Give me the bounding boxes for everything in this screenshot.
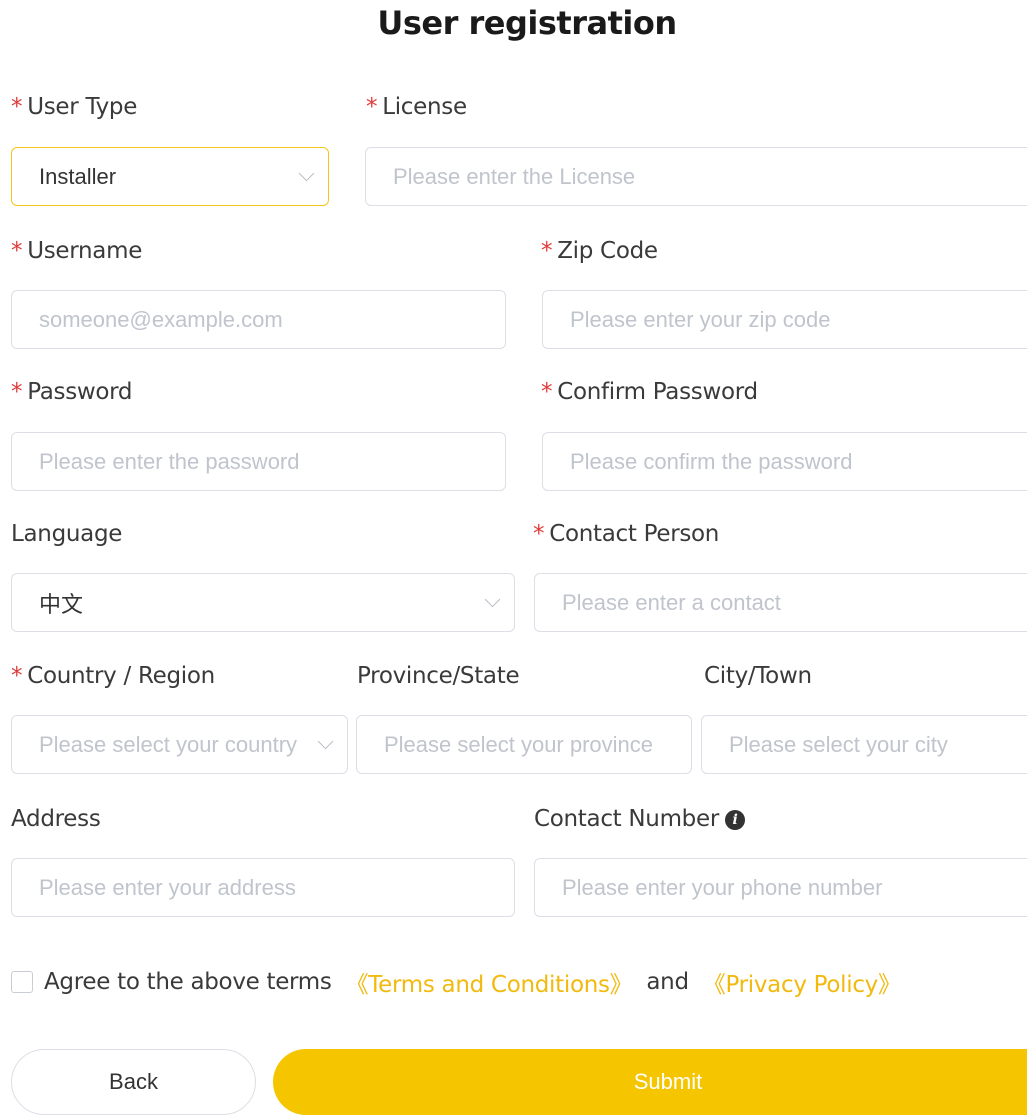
zip-code-label: * Zip Code — [541, 238, 658, 264]
username-label-text: Username — [27, 238, 143, 264]
confirm-password-placeholder: Please confirm the password — [570, 448, 853, 474]
required-asterisk: * — [11, 379, 23, 405]
license-label: * License — [366, 94, 467, 120]
city-placeholder: Please select your city — [729, 731, 948, 757]
confirm-password-input[interactable]: Please confirm the password — [542, 432, 1027, 491]
contact-person-placeholder: Please enter a contact — [562, 589, 781, 615]
password-input[interactable]: Please enter the password — [11, 432, 506, 491]
country-select[interactable]: Please select your country — [11, 715, 348, 774]
chevron-down-icon — [298, 165, 315, 182]
username-label: * Username — [11, 238, 142, 264]
contact-number-placeholder: Please enter your phone number — [562, 874, 883, 900]
country-label: * Country / Region — [11, 663, 215, 689]
province-label: Province/State — [357, 663, 520, 689]
back-button[interactable]: Back — [11, 1049, 256, 1115]
required-asterisk: * — [541, 238, 553, 264]
zip-code-label-text: Zip Code — [557, 238, 658, 264]
province-placeholder: Please select your province — [384, 731, 654, 757]
contact-number-label-text: Contact Number — [534, 806, 719, 832]
chevron-down-icon — [484, 591, 501, 608]
page-title: User registration — [377, 4, 677, 42]
submit-button[interactable]: Submit — [273, 1049, 1027, 1115]
agreement-text: Agree to the above terms — [44, 969, 332, 995]
contact-person-input[interactable]: Please enter a contact — [534, 573, 1027, 632]
contact-person-label: * Contact Person — [533, 521, 719, 547]
password-placeholder: Please enter the password — [39, 448, 300, 474]
agreement-row: Agree to the above terms 《Terms and Cond… — [11, 965, 901, 999]
zip-code-placeholder: Please enter your zip code — [570, 306, 831, 332]
contact-number-label: Contact Number i — [534, 806, 745, 832]
confirm-password-label-text: Confirm Password — [557, 379, 758, 405]
agreement-and: and — [646, 969, 689, 995]
address-placeholder: Please enter your address — [39, 874, 296, 900]
confirm-password-label: * Confirm Password — [541, 379, 758, 405]
contact-person-label-text: Contact Person — [549, 521, 720, 547]
city-label: City/Town — [704, 663, 812, 689]
contact-number-input[interactable]: Please enter your phone number — [534, 858, 1027, 917]
required-asterisk: * — [366, 94, 378, 120]
address-label: Address — [11, 806, 101, 832]
license-placeholder: Please enter the License — [393, 163, 636, 189]
country-placeholder: Please select your country — [39, 731, 298, 757]
license-label-text: License — [382, 94, 467, 120]
user-type-value: Installer — [39, 163, 117, 189]
info-icon[interactable]: i — [725, 810, 745, 830]
country-label-text: Country / Region — [27, 663, 215, 689]
terms-link[interactable]: 《Terms and Conditions》 — [346, 965, 633, 999]
city-select[interactable]: Please select your city — [701, 715, 1027, 774]
user-type-label: * User Type — [11, 94, 137, 120]
required-asterisk: * — [11, 663, 23, 689]
agree-checkbox[interactable] — [11, 971, 33, 993]
language-label: Language — [11, 521, 123, 547]
province-select[interactable]: Please select your province — [356, 715, 692, 774]
language-value: 中文 — [39, 591, 84, 617]
address-input[interactable]: Please enter your address — [11, 858, 515, 917]
chevron-down-icon — [317, 733, 334, 750]
license-input[interactable]: Please enter the License — [365, 147, 1027, 206]
language-select[interactable]: 中文 — [11, 573, 515, 632]
user-type-select[interactable]: Installer — [11, 147, 329, 206]
required-asterisk: * — [11, 94, 23, 120]
password-label: * Password — [11, 379, 133, 405]
password-label-text: Password — [27, 379, 133, 405]
zip-code-input[interactable]: Please enter your zip code — [542, 290, 1027, 349]
required-asterisk: * — [541, 379, 553, 405]
required-asterisk: * — [11, 238, 23, 264]
username-placeholder: someone@example.com — [39, 306, 283, 332]
username-input[interactable]: someone@example.com — [11, 290, 506, 349]
required-asterisk: * — [533, 521, 545, 547]
user-type-label-text: User Type — [27, 94, 138, 120]
privacy-policy-link[interactable]: 《Privacy Policy》 — [703, 965, 901, 999]
